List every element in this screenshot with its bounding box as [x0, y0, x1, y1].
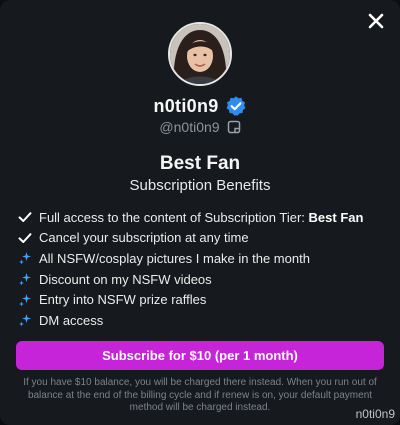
benefit-text: All NSFW/cosplay pictures I make in the …	[39, 250, 310, 266]
subscribe-button[interactable]: Subscribe for $10 (per 1 month)	[16, 341, 384, 370]
benefits-list: Full access to the content of Subscripti…	[18, 207, 388, 331]
benefit-text: Full access to the content of Subscripti…	[39, 209, 364, 225]
tier-title: Best Fan	[159, 153, 241, 174]
creator-handle: @n0ti0n9	[159, 119, 220, 135]
benefit-item: Cancel your subscription at any time	[18, 228, 388, 249]
subscription-modal: n0ti0n9 @n0ti0n9 Best Fan Subscription B…	[0, 0, 400, 425]
close-icon[interactable]	[367, 12, 385, 30]
benefit-item: Entry into NSFW prize raffles	[18, 289, 388, 310]
benefit-text: DM access	[39, 312, 104, 328]
sparkle-icon	[19, 273, 31, 286]
check-icon	[18, 212, 32, 223]
benefit-text: Discount on my NSFW videos	[39, 271, 212, 287]
sparkle-icon	[19, 252, 31, 265]
creator-name-row: n0ti0n9	[0, 95, 400, 117]
benefit-text: Cancel your subscription at any time	[39, 230, 249, 246]
sparkle-icon	[19, 293, 31, 307]
billing-fine-print: If you have $10 balance, you will be cha…	[23, 377, 377, 413]
benefit-item: Discount on my NSFW videos	[18, 269, 388, 290]
benefit-text: Entry into NSFW prize raffles	[39, 292, 207, 308]
benefit-item: Full access to the content of Subscripti…	[18, 207, 388, 228]
tier-subtitle: Subscription Benefits	[129, 177, 271, 194]
creator-display-name: n0ti0n9	[153, 95, 219, 116]
sparkle-icon	[19, 314, 31, 327]
check-icon	[18, 233, 32, 243]
watermark: n0ti0n9	[355, 407, 395, 421]
benefit-item: All NSFW/cosplay pictures I make in the …	[18, 248, 388, 269]
benefit-tier-name: Best Fan	[308, 209, 364, 225]
avatar	[168, 22, 232, 86]
note-icon[interactable]	[227, 120, 241, 134]
benefit-item: DM access	[18, 310, 388, 331]
creator-handle-row: @n0ti0n9	[0, 119, 400, 135]
verified-badge-icon	[226, 96, 246, 116]
